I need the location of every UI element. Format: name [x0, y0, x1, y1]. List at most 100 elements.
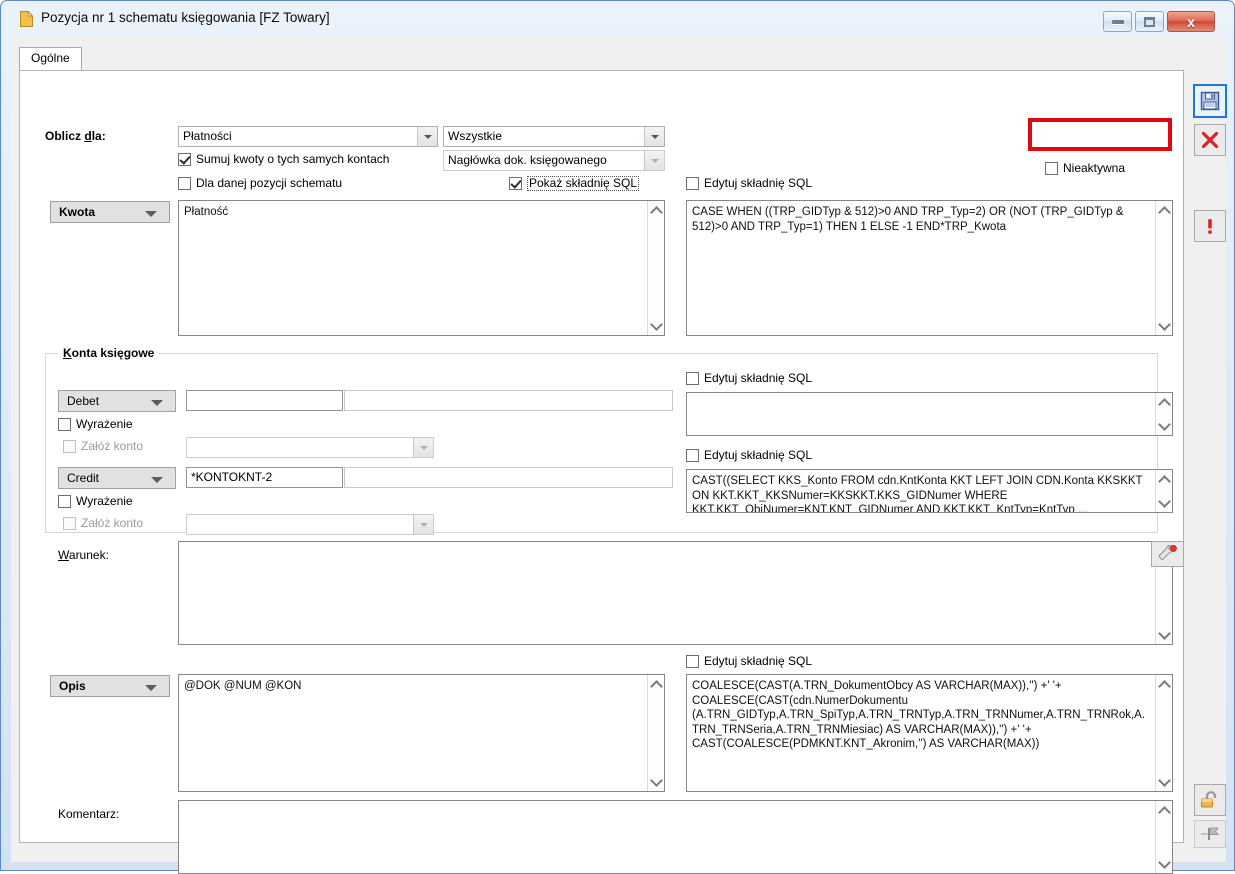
- scroll-down-icon[interactable]: [648, 774, 664, 789]
- document-icon: [20, 10, 34, 27]
- scroll-up-icon[interactable]: [1156, 803, 1172, 819]
- combo-oblicz-scope[interactable]: Wszystkie: [443, 126, 665, 147]
- dropdown-debet[interactable]: Debet: [58, 390, 176, 412]
- warning-button[interactable]: [1194, 210, 1226, 242]
- checkbox-box[interactable]: [686, 449, 699, 462]
- minimize-button[interactable]: [1103, 11, 1132, 32]
- maximize-icon: [1144, 16, 1155, 27]
- combo-oblicz-source[interactable]: Płatności: [178, 126, 438, 147]
- close-button[interactable]: x: [1167, 11, 1215, 32]
- form-panel: Oblicz dla: Płatności Wszystkie Sumuj kw…: [19, 70, 1184, 874]
- input-credit-account[interactable]: *KONTOKNT-2: [186, 467, 343, 488]
- checkbox-sumuj-kwoty[interactable]: Sumuj kwoty o tych samych kontach: [178, 152, 389, 166]
- opis-sql-area[interactable]: COALESCE(CAST(A.TRN_DokumentObcy AS VARC…: [686, 674, 1173, 792]
- warunek-tool-button[interactable]: [1151, 541, 1184, 567]
- chevron-down-icon: [151, 400, 163, 406]
- opis-value-area[interactable]: @DOK @NUM @KON: [178, 674, 665, 792]
- checkbox-box[interactable]: [58, 495, 71, 508]
- checkbox-label: Edytuj składnię SQL: [704, 371, 813, 385]
- checkbox-edytuj-sql-credit[interactable]: Edytuj składnię SQL: [686, 448, 812, 462]
- warunek-label: Warunek:: [58, 548, 109, 562]
- warunek-text[interactable]: [179, 542, 1155, 644]
- scroll-up-icon[interactable]: [648, 203, 664, 219]
- checkbox-label: Załóż konto: [81, 439, 144, 453]
- dropdown-kwota[interactable]: Kwota: [50, 201, 170, 223]
- maximize-button[interactable]: [1135, 11, 1164, 32]
- chevron-down-icon: [413, 438, 433, 457]
- komentarz-text[interactable]: [179, 801, 1155, 873]
- unlock-button[interactable]: [1194, 784, 1226, 816]
- scroll-up-icon[interactable]: [1156, 203, 1172, 219]
- tab-ogolne[interactable]: Ogólne: [19, 47, 82, 71]
- checkbox-box[interactable]: [58, 418, 71, 431]
- checkbox-box: [63, 440, 76, 453]
- scrollbar-vertical[interactable]: [1155, 801, 1172, 873]
- checkbox-box[interactable]: [1045, 162, 1058, 175]
- checkbox-box[interactable]: [178, 177, 191, 190]
- dropdown-opis[interactable]: Opis: [50, 675, 170, 697]
- chevron-down-icon[interactable]: [417, 127, 437, 146]
- kwota-sql-area[interactable]: CASE WHEN ((TRP_GIDTyp & 512)>0 AND TRP_…: [686, 200, 1173, 336]
- scroll-up-icon[interactable]: [1156, 395, 1172, 411]
- opis-sql-text[interactable]: COALESCE(CAST(A.TRN_DokumentObcy AS VARC…: [687, 675, 1155, 791]
- checkbox-box[interactable]: [686, 372, 699, 385]
- scrollbar-vertical[interactable]: [1155, 675, 1172, 791]
- kwota-value-area[interactable]: Płatność: [178, 200, 665, 336]
- checkbox-edytuj-sql-kwota[interactable]: Edytuj składnię SQL: [686, 176, 812, 190]
- checkbox-box[interactable]: [178, 153, 191, 166]
- dropdown-label: Credit: [67, 471, 100, 485]
- credit-sql-text[interactable]: CAST((SELECT KKS_Konto FROM cdn.KntKonta…: [687, 470, 1155, 512]
- scrollbar-vertical[interactable]: [647, 675, 664, 791]
- chevron-down-icon: [145, 211, 157, 217]
- checkbox-edytuj-sql-opis[interactable]: Edytuj składnię SQL: [686, 654, 812, 668]
- input-credit-description[interactable]: [344, 467, 673, 488]
- checkbox-nieaktywna[interactable]: Nieaktywna: [1045, 161, 1125, 175]
- kwota-value-text[interactable]: Płatność: [179, 201, 647, 335]
- checkbox-pokaz-skladnie-sql[interactable]: Pokaż składnię SQL: [509, 176, 640, 191]
- checkbox-box[interactable]: [686, 177, 699, 190]
- combo-oblicz-header[interactable]: Nagłówka dok. księgowanego: [443, 150, 665, 171]
- input-debet-description[interactable]: [344, 390, 673, 411]
- checkbox-label: Wyrażenie: [76, 417, 133, 431]
- scroll-down-icon[interactable]: [1156, 856, 1172, 871]
- debet-sql-area[interactable]: [686, 392, 1173, 436]
- kwota-sql-text[interactable]: CASE WHEN ((TRP_GIDTyp & 512)>0 AND TRP_…: [687, 201, 1155, 335]
- scrollbar-vertical[interactable]: [647, 201, 664, 335]
- dropdown-credit[interactable]: Credit: [58, 467, 176, 489]
- scroll-down-icon[interactable]: [1156, 627, 1172, 642]
- save-button[interactable]: [1193, 84, 1227, 118]
- checkbox-box[interactable]: [686, 655, 699, 668]
- checkbox-box[interactable]: [509, 177, 522, 190]
- scroll-down-icon[interactable]: [1156, 418, 1172, 433]
- komentarz-area[interactable]: [178, 800, 1173, 874]
- tab-label: Ogólne: [31, 51, 70, 65]
- scroll-down-icon[interactable]: [1156, 318, 1172, 333]
- scrollbar-vertical[interactable]: [1155, 470, 1172, 512]
- checkbox-dla-danej-pozycji[interactable]: Dla danej pozycji schematu: [178, 176, 342, 190]
- cancel-button[interactable]: [1194, 124, 1226, 156]
- scroll-up-icon[interactable]: [1156, 472, 1172, 488]
- scroll-down-icon[interactable]: [1156, 495, 1172, 510]
- chevron-down-icon[interactable]: [644, 127, 664, 146]
- scrollbar-vertical[interactable]: [1155, 201, 1172, 335]
- oblicz-dla-label: Oblicz dla:: [45, 129, 106, 143]
- input-debet-account[interactable]: [186, 390, 343, 411]
- warunek-area[interactable]: [178, 541, 1173, 645]
- debet-sql-text[interactable]: [687, 393, 1155, 435]
- close-x-icon: [1201, 131, 1219, 149]
- window-frame: Pozycja nr 1 schematu księgowania [FZ To…: [4, 4, 1233, 874]
- scroll-up-icon[interactable]: [648, 677, 664, 693]
- credit-sql-area[interactable]: CAST((SELECT KKS_Konto FROM cdn.KntKonta…: [686, 469, 1173, 513]
- checkbox-credit-zaloz-konto: Załóż konto: [63, 516, 143, 530]
- checkbox-credit-wyrazenie[interactable]: Wyrażenie: [58, 494, 133, 508]
- scrollbar-vertical[interactable]: [1155, 393, 1172, 435]
- checkbox-debet-wyrazenie[interactable]: Wyrażenie: [58, 417, 133, 431]
- scroll-down-icon[interactable]: [1156, 774, 1172, 789]
- checkbox-edytuj-sql-debet[interactable]: Edytuj składnię SQL: [686, 371, 812, 385]
- opis-value-text[interactable]: @DOK @NUM @KON: [179, 675, 647, 791]
- checkbox-label: Pokaż składnię SQL: [527, 176, 640, 191]
- scroll-up-icon[interactable]: [1156, 677, 1172, 693]
- window-title: Pozycja nr 1 schematu księgowania [FZ To…: [41, 10, 330, 25]
- chevron-down-icon[interactable]: [644, 151, 664, 170]
- scroll-down-icon[interactable]: [648, 318, 664, 333]
